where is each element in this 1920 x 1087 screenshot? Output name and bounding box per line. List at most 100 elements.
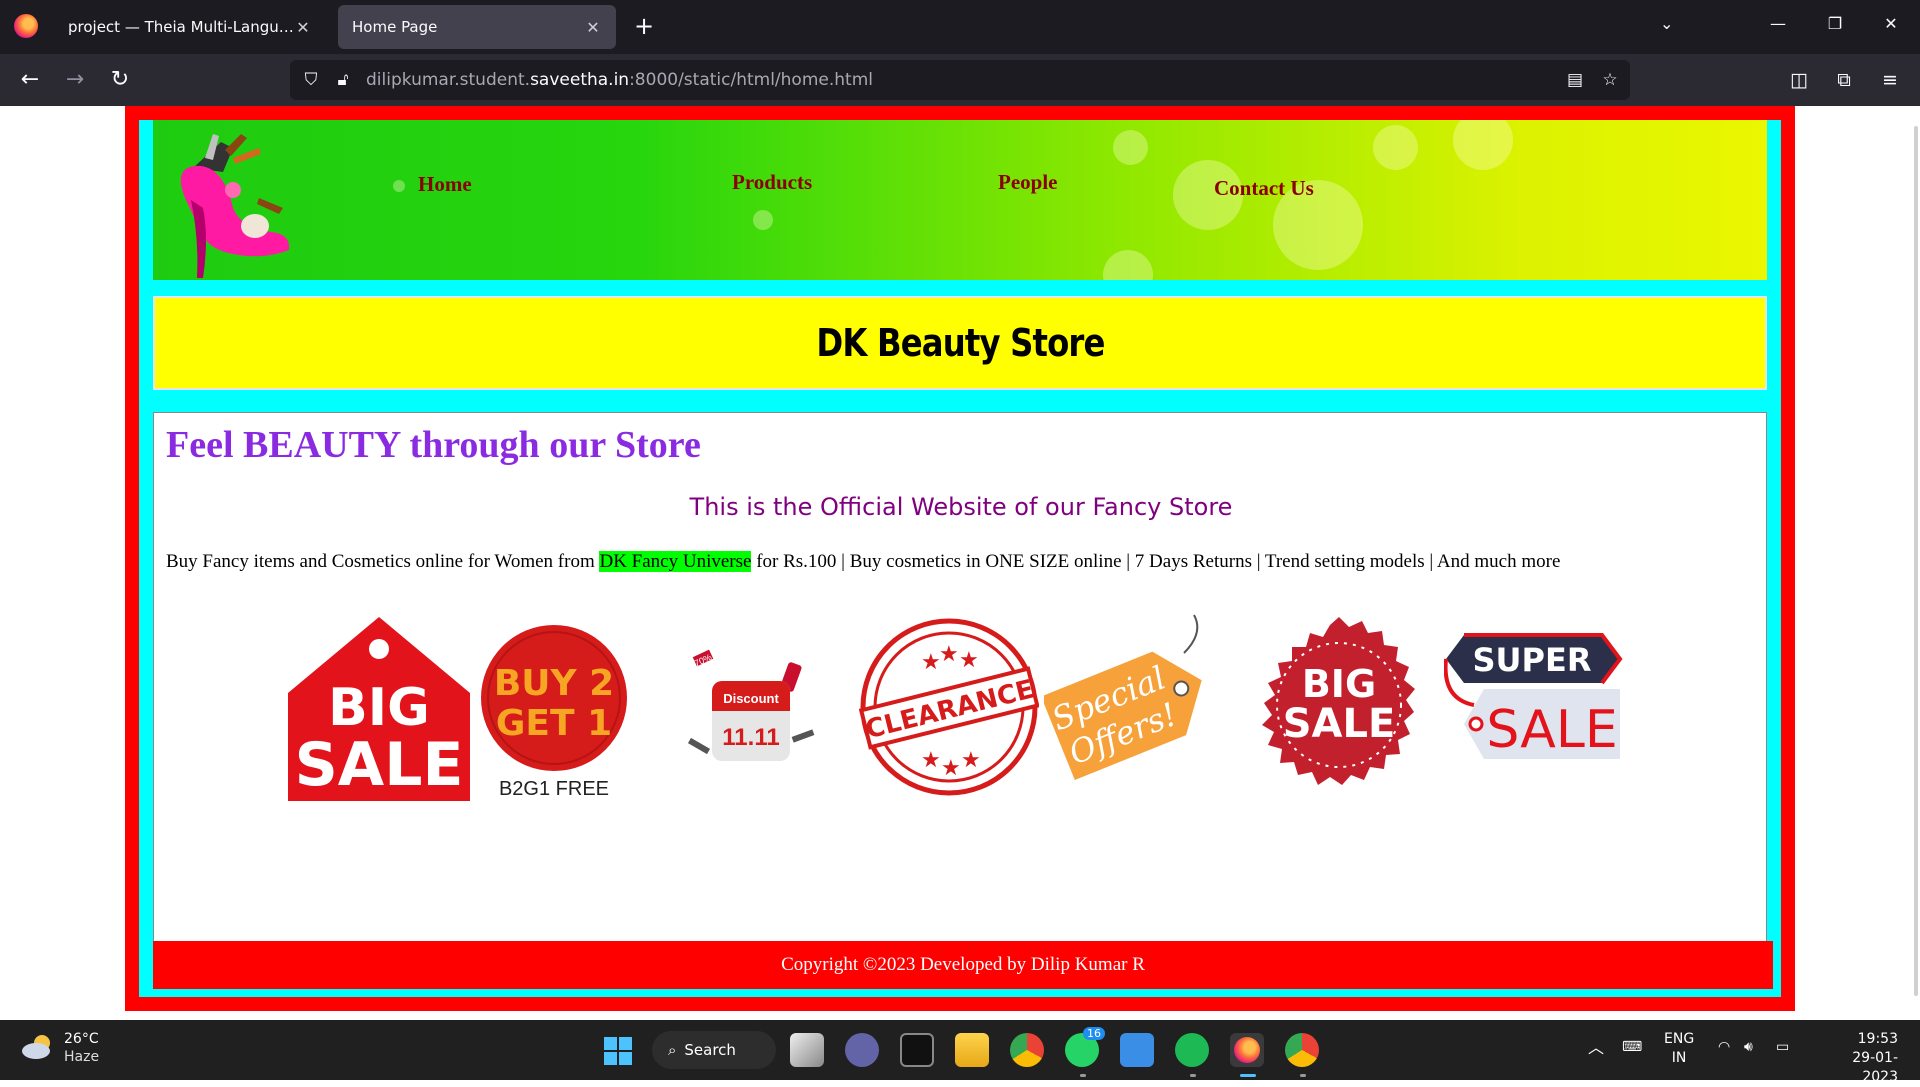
tab-close-icon[interactable]: ✕ [294,18,312,37]
svg-text:★: ★ [941,756,961,781]
region-text: IN [1671,1050,1687,1066]
desc-text: for Rs.100 | Buy cosmetics in ONE SIZE o… [751,551,1561,572]
badge-text: BIG [328,678,430,738]
whatsapp-icon[interactable]: 16 [1065,1027,1105,1067]
nav-link-products[interactable]: Products [732,170,812,195]
super-sale-label-image: SUPER SALE [1444,633,1623,760]
store-name-banner: DK Beauty Store [153,296,1767,390]
badge-text: GET 1 [496,703,612,744]
close-window-icon[interactable]: ✕ [1876,14,1906,33]
header-banner: Home Products People Contact Us [153,120,1767,280]
lang-text: ENG [1664,1031,1695,1047]
list-all-tabs-chevron-icon[interactable]: ⌄ [1660,14,1673,33]
main-content: Feel BEAUTY through our Store This is th… [153,412,1767,942]
nav-link-contact-us[interactable]: Contact Us [1214,176,1314,201]
terminal-icon[interactable] [900,1033,934,1067]
taskbar-search-box[interactable]: ⌕ Search [652,1031,776,1069]
vertical-scrollbar[interactable] [1914,126,1918,996]
badge-text: SALE [1283,701,1396,747]
spotify-icon[interactable] [1175,1033,1209,1067]
reader-view-icon[interactable]: ▤ [1564,69,1586,91]
svg-text:★: ★ [921,650,941,675]
tab-home-page[interactable]: Home Page ✕ [338,5,616,49]
weather-description: Haze [64,1049,100,1065]
file-explorer-icon[interactable] [955,1033,989,1067]
clock-date: 29-01-2023 [1852,1050,1898,1085]
desc-text: Buy Fancy items and Cosmetics online for… [166,551,600,572]
running-indicator [1300,1074,1306,1077]
keyboard-icon[interactable]: ⌨ [1622,1038,1642,1057]
reload-icon[interactable]: ↻ [106,66,134,94]
official-subtitle: This is the Official Website of our Fanc… [689,493,1233,521]
offer-badges-row: BIG SALE BUY 2 GET 1 B2G1 FREE 70% Disco… [154,613,1768,813]
url-suffix: :8000/static/html/home.html [629,70,873,90]
badge-text: Discount [723,691,779,706]
pocket-icon[interactable]: ◫ [1785,66,1813,94]
volume-icon[interactable]: 🔊︎ [1744,1038,1753,1057]
task-view-icon[interactable] [790,1033,824,1067]
lock-icon[interactable]: 🔓︎ [332,69,354,91]
tab-close-icon[interactable]: ✕ [584,18,602,37]
navigation-toolbar: ← → ↻ ⛉ 🔓︎ dilipkumar.student.saveetha.i… [0,54,1920,106]
svg-text:★: ★ [921,748,941,773]
bookmark-star-icon[interactable]: ☆ [1599,69,1621,91]
special-offers-tag-image: Special Offers! [1044,614,1202,781]
page-red-border: Home Products People Contact Us DK Beaut… [125,106,1795,1011]
highlighted-store-name: DK Fancy Universe [599,551,752,572]
tab-title: Home Page [352,18,438,36]
search-label: Search [684,1041,736,1059]
page-cyan-container: Home Products People Contact Us DK Beaut… [139,120,1781,997]
nav-link-people[interactable]: People [998,170,1057,195]
weather-widget[interactable]: 26°C Haze [20,1030,99,1066]
badge-text: SUPER [1473,641,1592,679]
running-indicator [1080,1074,1086,1077]
discount-calendar-image: 70% Discount 11.11 [687,649,815,761]
chrome-profile-icon[interactable] [1285,1033,1319,1067]
forward-arrow-icon[interactable]: → [61,66,89,94]
badge-text: 11.11 [722,724,779,751]
badge-text: 70% [693,652,714,669]
tab-bar: project — Theia Multi-Language Ex ✕ Home… [0,0,1920,54]
running-indicator [1190,1074,1196,1077]
minimize-icon[interactable]: — [1763,14,1793,33]
chrome-icon[interactable] [1010,1033,1044,1067]
tab-project[interactable]: project — Theia Multi-Language Ex ✕ [54,5,326,49]
url-text[interactable]: dilipkumar.student.saveetha.in:8000/stat… [366,70,873,90]
tagline-heading: Feel BEAUTY through our Store [166,424,701,466]
badge-text: BUY 2 [494,663,614,704]
address-bar[interactable]: ⛉ 🔓︎ dilipkumar.student.saveetha.in:8000… [290,60,1630,100]
language-indicator[interactable]: ENG IN [1664,1030,1694,1068]
clock[interactable]: 19:53 29-01-2023 [1818,1030,1898,1087]
shield-icon[interactable]: ⛉ [300,69,322,91]
badge-text: SALE [295,730,464,800]
control-panel-icon[interactable] [1120,1033,1154,1067]
svg-text:★: ★ [961,748,981,773]
clearance-stamp-image: ★ ★ ★ ★ ★ ★ CLEARANCE [859,618,1039,796]
high-heel-logo-icon [180,134,290,278]
firefox-logo-icon[interactable] [14,14,38,38]
wifi-icon[interactable]: ◠ [1718,1038,1730,1057]
windows-taskbar: 26°C Haze ⌕ Search 16 ︿ ⌨ ENG IN ◠ 🔊︎ ▭ … [0,1020,1920,1085]
copyright-text: Copyright ©2023 Developed by Dilip Kumar… [781,954,1145,975]
big-sale-tag-image: BIG SALE [288,617,470,801]
extensions-icon[interactable]: ⧉ [1830,66,1858,94]
restore-icon[interactable]: ❐ [1820,14,1850,33]
svg-text:★: ★ [939,642,959,667]
new-tab-button[interactable]: + [630,12,658,40]
url-domain: saveetha.in [530,70,630,90]
menu-hamburger-icon[interactable]: ≡ [1876,66,1904,94]
firefox-taskbar-icon[interactable] [1230,1033,1264,1067]
back-arrow-icon[interactable]: ← [16,66,44,94]
svg-text:★: ★ [959,648,979,673]
tab-title: project — Theia Multi-Language Ex [68,18,294,36]
badge-text: BIG [1302,662,1376,706]
store-name-heading: DK Beauty Store [815,321,1105,365]
teams-chat-icon[interactable] [845,1033,879,1067]
nav-link-home[interactable]: Home [418,172,472,197]
tray-overflow-chevron-icon[interactable]: ︿ [1588,1038,1604,1057]
battery-icon[interactable]: ▭ [1776,1038,1789,1057]
windows-start-icon[interactable] [604,1037,632,1065]
whatsapp-badge: 16 [1083,1027,1105,1040]
search-icon: ⌕ [668,1041,677,1059]
badge-caption: B2G1 FREE [499,778,609,800]
